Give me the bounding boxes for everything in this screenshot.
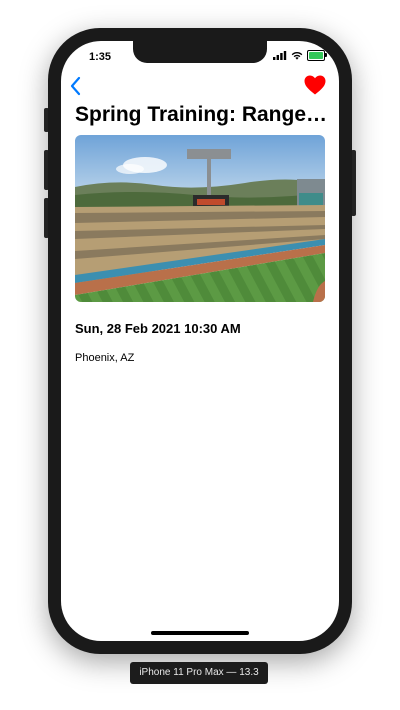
home-indicator[interactable] [151, 631, 249, 635]
wifi-icon [291, 52, 303, 60]
stadium-photo [75, 135, 325, 302]
heart-icon [304, 75, 326, 95]
cellular-signal-icon [273, 51, 287, 60]
back-button[interactable] [67, 75, 87, 97]
favorite-button[interactable] [303, 73, 327, 97]
notch [133, 41, 267, 63]
simulator-stage: 1:35 Spring Training: Rangers Sun, 28 Fe… [0, 0, 400, 710]
simulator-device-label: iPhone 11 Pro Max — 13.3 [130, 662, 268, 684]
battery-level [309, 52, 323, 59]
status-time: 1:35 [89, 51, 112, 63]
app-screen: 1:35 Spring Training: Rangers Sun, 28 Fe… [61, 41, 339, 641]
event-image [75, 135, 325, 302]
battery-icon [307, 50, 327, 61]
event-datetime: Sun, 28 Feb 2021 10:30 AM [75, 321, 241, 336]
status-icons [273, 50, 327, 61]
chevron-left-icon [70, 76, 81, 96]
event-location: Phoenix, AZ [75, 352, 135, 364]
event-title: Spring Training: Rangers vs Giants [75, 103, 329, 126]
